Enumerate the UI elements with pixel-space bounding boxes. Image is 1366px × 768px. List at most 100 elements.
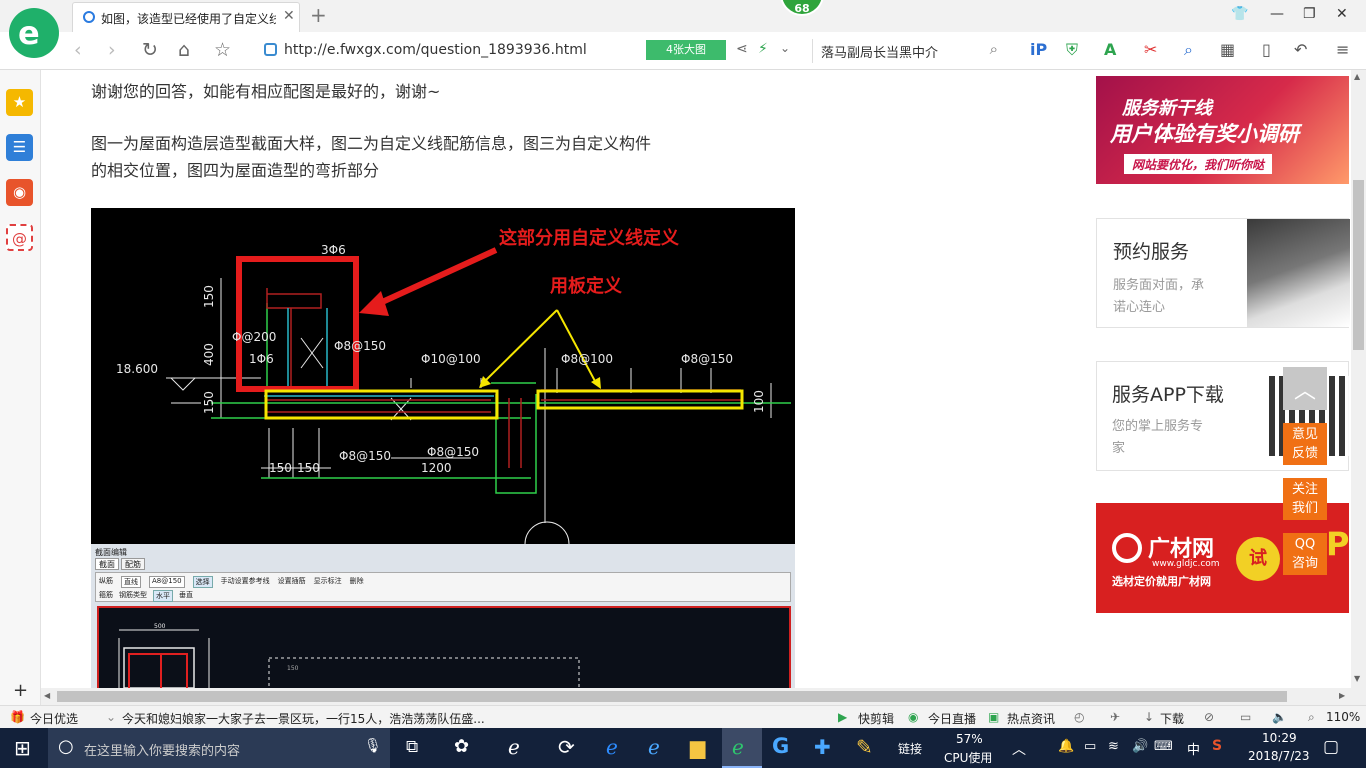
url-text[interactable]: http://e.fwxgx.com/question_1893936.html: [284, 42, 587, 58]
clean-icon[interactable]: ⊘: [1204, 710, 1214, 724]
weibo-icon[interactable]: ◉: [6, 179, 33, 206]
search-box[interactable]: 落马副局长当黑中介 ⌕: [812, 39, 1002, 63]
ime-indicator[interactable]: 中: [1187, 739, 1200, 758]
follow-us-button[interactable]: 关注 我们: [1283, 478, 1327, 520]
shield-icon[interactable]: ⛨: [1066, 40, 1078, 60]
lightning-icon[interactable]: ⚡: [758, 41, 768, 57]
clock-time[interactable]: 10:29: [1262, 731, 1297, 745]
magnifier-icon[interactable]: ⌕: [1184, 40, 1193, 60]
apps-grid-icon[interactable]: ▦: [1220, 40, 1235, 59]
live-link[interactable]: 今日直播: [928, 710, 976, 727]
app-plus-icon[interactable]: ✚: [814, 735, 831, 759]
toolbar-item[interactable]: 水平: [153, 590, 173, 602]
toolbar-item[interactable]: 删除: [350, 576, 364, 588]
browser-e-icon[interactable]: ℯ: [508, 735, 520, 759]
file-explorer-icon[interactable]: ▆: [690, 735, 705, 759]
toolbar-item[interactable]: 直线: [121, 576, 141, 588]
speed-icon[interactable]: ◴: [1074, 710, 1084, 724]
toolbar-item[interactable]: 纵筋: [99, 576, 113, 588]
sogou-ime-icon[interactable]: S: [1212, 738, 1222, 754]
edge-icon[interactable]: ℯ: [606, 735, 618, 759]
maximize-icon[interactable]: ❐: [1303, 6, 1316, 22]
links-toolbar[interactable]: 链接: [898, 740, 922, 757]
image-count-button[interactable]: 4张大图: [646, 40, 726, 60]
zoom-icon[interactable]: ⌕: [1308, 710, 1315, 725]
scroll-down-icon[interactable]: ▼: [1354, 674, 1360, 683]
app-pinwheel-icon[interactable]: ✿: [454, 736, 469, 757]
pin-icon[interactable]: ✈: [1110, 710, 1120, 724]
quick-edit-link[interactable]: 快剪辑: [858, 710, 894, 727]
forward-icon[interactable]: ›: [108, 39, 116, 61]
toolbar-item[interactable]: 箍筋: [99, 590, 113, 602]
zoom-level[interactable]: 110%: [1326, 710, 1360, 724]
qq-consult-button[interactable]: QQ 咨询: [1283, 533, 1327, 575]
search-icon[interactable]: ⌕: [990, 40, 998, 58]
toolbar-item[interactable]: 钢筋类型: [119, 590, 147, 602]
cad-section-drawing[interactable]: 这部分用自定义线定义 用板定义 3Φ6 150 400 150 Φ@200 1Φ…: [91, 208, 795, 544]
clock-date[interactable]: 2018/7/23: [1248, 749, 1310, 763]
minimize-icon[interactable]: —: [1270, 6, 1284, 22]
scroll-right-icon[interactable]: ▶: [1339, 691, 1345, 700]
chevron-down-icon[interactable]: ⌄: [106, 710, 116, 724]
new-tab-icon[interactable]: +: [310, 3, 327, 27]
vertical-scrollbar[interactable]: ▲ ▼: [1351, 70, 1366, 688]
email-icon[interactable]: @: [6, 224, 33, 251]
back-to-top-button[interactable]: ︿: [1283, 367, 1327, 410]
undo-icon[interactable]: ↶: [1294, 40, 1307, 59]
wifi-icon[interactable]: ≋: [1108, 739, 1119, 754]
toolbar-item[interactable]: A8@150: [149, 576, 185, 588]
windows-start-icon[interactable]: ⊞: [14, 736, 31, 760]
section-editor-screenshot[interactable]: 截面编辑 截面 配筋 纵筋 直线 A8@150 选择 手动设置参考线 设置插筋 …: [91, 544, 795, 688]
window-icon[interactable]: ▭: [1240, 710, 1251, 724]
toolbar-item[interactable]: 选择: [192, 576, 213, 588]
toolbar-item[interactable]: 设置插筋: [278, 576, 306, 588]
vertical-scroll-thumb[interactable]: [1353, 180, 1364, 350]
browser-logo-icon[interactable]: e: [9, 8, 59, 58]
reading-list-icon[interactable]: ☰: [6, 134, 33, 161]
chevron-down-icon[interactable]: ⌄: [780, 41, 790, 55]
horizontal-scrollbar[interactable]: ◀ ▶: [41, 688, 1366, 705]
task-view-icon[interactable]: ⧉: [406, 737, 418, 757]
window-close-icon[interactable]: ✕: [1336, 6, 1348, 22]
hot-news-link[interactable]: 热点资讯: [1007, 710, 1055, 727]
tab-section[interactable]: 截面: [95, 558, 119, 570]
address-bar[interactable]: http://e.fwxgx.com/question_1893936.html…: [262, 38, 804, 64]
volume-icon[interactable]: 🔈: [1272, 710, 1287, 724]
toolbar-item[interactable]: 手动设置参考线: [221, 576, 270, 588]
bell-icon[interactable]: 🔔: [1058, 739, 1074, 754]
close-tab-icon[interactable]: ✕: [283, 8, 295, 24]
news-ticker[interactable]: 今天和媳妇娘家一大家子去一景区玩，一行15人，浩浩荡荡队伍盛...: [122, 710, 494, 727]
search-placeholder[interactable]: 在这里输入你要搜索的内容: [84, 740, 240, 759]
survey-ad-banner[interactable]: 服务新干线 用户体验有奖小调研 网站要优化，我们听你哒: [1096, 76, 1349, 184]
browser-tab[interactable]: 如图，该造型已经使用了自定义线 ✕: [72, 2, 300, 32]
active-browser-taskbar-button[interactable]: ℯ: [722, 728, 762, 768]
microphone-icon[interactable]: 🎙: [364, 738, 382, 754]
reload-icon[interactable]: ↻: [142, 39, 158, 61]
home-icon[interactable]: ⌂: [178, 39, 190, 61]
share-icon[interactable]: ⋖: [736, 41, 748, 57]
notes-icon[interactable]: ✎: [856, 735, 873, 759]
scissors-icon[interactable]: ✂: [1144, 40, 1157, 59]
favorites-star-icon[interactable]: ★: [6, 89, 33, 116]
favorite-star-icon[interactable]: ☆: [214, 39, 231, 61]
battery-icon[interactable]: ▭: [1084, 739, 1096, 754]
notification-center-icon[interactable]: ▢: [1323, 737, 1339, 757]
today-picks-link[interactable]: 今日优选: [30, 710, 78, 727]
search-suggestion[interactable]: 落马副局长当黑中介: [821, 42, 938, 61]
tab-rebar[interactable]: 配筋: [121, 558, 145, 570]
back-icon[interactable]: ‹: [74, 39, 82, 61]
notification-badge[interactable]: 68: [780, 0, 824, 16]
ie-icon[interactable]: ℯ: [648, 735, 660, 759]
horizontal-scroll-thumb[interactable]: [57, 691, 1287, 702]
taskbar-search-box[interactable]: ○ 在这里输入你要搜索的内容 🎙: [48, 728, 390, 768]
section-canvas[interactable]: 500 150: [97, 606, 791, 688]
menu-icon[interactable]: ≡: [1336, 40, 1349, 59]
tray-chevron-up-icon[interactable]: ︿: [1012, 739, 1026, 759]
app-swirl-icon[interactable]: ⟳: [558, 735, 575, 759]
toolbar-item[interactable]: 垂直: [179, 590, 193, 602]
keyboard-icon[interactable]: ⌨: [1154, 739, 1173, 754]
toolbar-item[interactable]: 显示标注: [314, 576, 342, 588]
reading-mode-icon[interactable]: ▯: [1262, 40, 1271, 59]
shirt-icon[interactable]: 👕: [1231, 6, 1248, 22]
add-sidebar-icon[interactable]: +: [13, 680, 28, 701]
